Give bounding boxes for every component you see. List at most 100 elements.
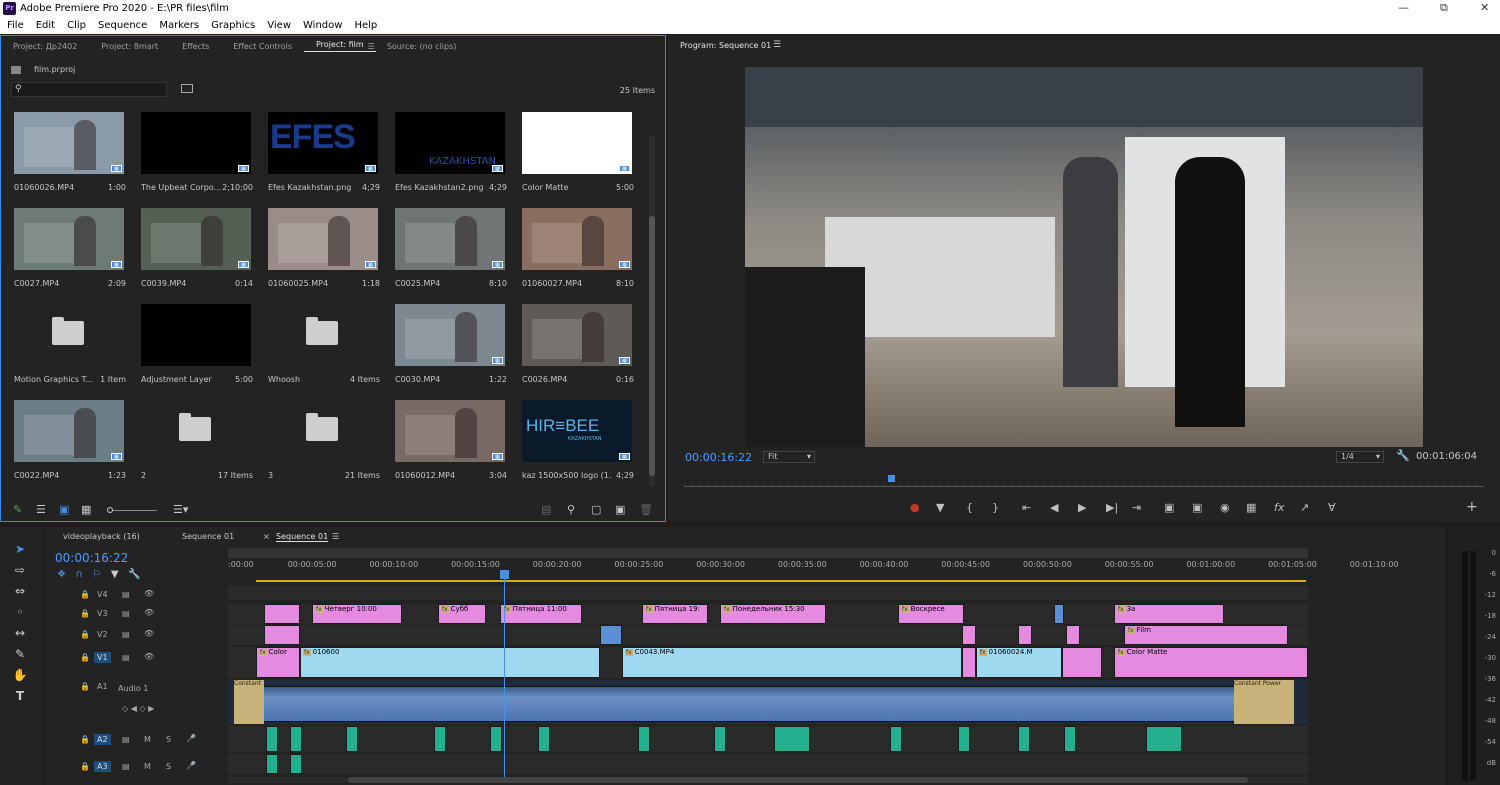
minimize-icon[interactable]: — bbox=[1398, 1, 1409, 14]
eye-icon[interactable]: 👁 bbox=[144, 608, 154, 617]
close-tab-icon[interactable]: × bbox=[263, 532, 270, 541]
add-marker-icon[interactable]: ▼ bbox=[936, 501, 944, 514]
keyframe-nav-icon[interactable]: ◇ ◀ ◇ ▶ bbox=[122, 704, 154, 713]
tab-effect-controls[interactable]: Effect Controls bbox=[221, 42, 304, 51]
thumbnail[interactable]: EFES ▦ bbox=[268, 112, 378, 174]
media-item[interactable]: ▦ Color Matte 5:00 bbox=[515, 107, 642, 203]
timeline-clip[interactable] bbox=[264, 604, 300, 624]
timeline-clip[interactable] bbox=[1062, 647, 1102, 678]
thumbnail[interactable]: ▦ bbox=[141, 112, 251, 174]
timeline-clip[interactable] bbox=[1054, 604, 1064, 624]
step-back-icon[interactable]: ◀ bbox=[1050, 501, 1058, 514]
transition-constant-power[interactable]: Constant Power bbox=[1234, 680, 1294, 724]
media-item[interactable]: KAZAKHSTAN ▦ Efes Kazakhstan2.png 4;29 bbox=[388, 107, 515, 203]
media-item[interactable]: ▦ 01060025.MP4 1:18 bbox=[261, 203, 388, 299]
pen-icon[interactable]: ✎ bbox=[12, 647, 28, 663]
media-item[interactable]: ▦ C0039.MP4 0:14 bbox=[134, 203, 261, 299]
track-v3-area[interactable]: fx Четверг 10:00 fx Субб fx Пятница 11:00 fx Пя… bbox=[228, 604, 1308, 624]
media-item[interactable]: Whoosh 4 Items bbox=[261, 299, 388, 395]
thumbnail[interactable]: ▦ bbox=[14, 400, 124, 462]
timeline-clip[interactable] bbox=[962, 647, 976, 678]
transition-constant[interactable]: Constant bbox=[234, 680, 264, 724]
timeline-h-scrollbar[interactable] bbox=[228, 777, 1308, 783]
write-on-icon[interactable]: ✎ bbox=[13, 503, 22, 516]
timeline-clip[interactable]: fx Субб bbox=[438, 604, 486, 624]
new-bin-from-search-icon[interactable] bbox=[181, 84, 193, 93]
lock-icon[interactable]: 🔒 bbox=[80, 762, 90, 771]
thumbnail[interactable] bbox=[141, 304, 251, 366]
thumbnail[interactable]: ▦ bbox=[522, 304, 632, 366]
timeline-clip[interactable] bbox=[434, 726, 446, 752]
program-scrub-bar[interactable] bbox=[684, 475, 1484, 487]
sync-lock-icon[interactable]: ▤ bbox=[122, 762, 130, 771]
timeline-clip[interactable] bbox=[346, 726, 358, 752]
mic-icon[interactable]: 🎤 bbox=[186, 761, 196, 770]
timeline-playhead[interactable] bbox=[500, 570, 510, 777]
maximize-icon[interactable]: ⧉ bbox=[1440, 1, 1448, 15]
fx-icon[interactable]: fx bbox=[1274, 501, 1284, 514]
track-label[interactable]: A1 bbox=[94, 681, 111, 692]
timeline-clip[interactable] bbox=[962, 625, 976, 645]
linked-selection-icon[interactable]: ⚐ bbox=[92, 569, 101, 580]
scrollbar-thumb[interactable] bbox=[348, 777, 1248, 783]
mark-in-icon[interactable]: { bbox=[966, 501, 973, 514]
menu-file[interactable]: File bbox=[6, 20, 25, 31]
timeline-clip[interactable]: fx 010600 bbox=[300, 647, 600, 678]
program-tab[interactable]: Program: Sequence 01 bbox=[680, 41, 771, 50]
menu-help[interactable]: Help bbox=[353, 20, 378, 31]
track-a2-area[interactable] bbox=[228, 726, 1308, 752]
timeline-clip[interactable] bbox=[958, 726, 970, 752]
close-icon[interactable]: ✕ bbox=[1480, 1, 1489, 14]
thumbnail[interactable]: ▦ bbox=[141, 208, 251, 270]
search-input[interactable]: ⚲ bbox=[11, 82, 167, 97]
grid-scrollbar[interactable] bbox=[649, 136, 655, 486]
timeline-clip[interactable]: fx Четверг 10:00 bbox=[312, 604, 402, 624]
lock-icon[interactable]: 🔒 bbox=[80, 735, 90, 744]
comparison-view-icon[interactable]: ▦ bbox=[1246, 501, 1256, 514]
eye-icon[interactable]: 👁 bbox=[144, 652, 154, 661]
lock-icon[interactable]: 🔒 bbox=[80, 653, 90, 662]
settings-wrench-icon[interactable]: 🔧 bbox=[128, 569, 140, 580]
timeline-clip[interactable]: fx 01060024.M bbox=[976, 647, 1062, 678]
export-frame-icon[interactable]: ↗ bbox=[1300, 501, 1309, 514]
sync-lock-icon[interactable]: ▤ bbox=[122, 609, 130, 618]
lock-icon[interactable]: 🔒 bbox=[80, 590, 90, 599]
go-to-out-icon[interactable]: ⇥ bbox=[1132, 501, 1141, 514]
solo-button[interactable]: S bbox=[166, 735, 171, 744]
safe-margins-icon[interactable]: ∀ bbox=[1328, 501, 1336, 514]
thumbnail[interactable]: ▦ bbox=[14, 112, 124, 174]
timeline-clip[interactable] bbox=[1066, 625, 1080, 645]
media-item[interactable]: ▦ C0030.MP4 1:22 bbox=[388, 299, 515, 395]
lock-icon[interactable]: 🔒 bbox=[80, 609, 90, 618]
tab-project-dr2402[interactable]: Project: Др2402 bbox=[1, 42, 89, 51]
timeline-clip[interactable]: fx Воскресе bbox=[898, 604, 964, 624]
extract-icon[interactable]: ▣ bbox=[1192, 501, 1202, 514]
track-label[interactable]: V2 bbox=[94, 629, 111, 640]
timeline-clip[interactable]: fx C0043.MP4 bbox=[622, 647, 962, 678]
timeline-clip[interactable]: fx Понедельник 15:30 bbox=[720, 604, 826, 624]
media-item[interactable]: ▦ C0027.MP4 2:09 bbox=[7, 203, 134, 299]
camera-icon[interactable]: ◉ bbox=[1220, 501, 1230, 514]
menu-clip[interactable]: Clip bbox=[66, 20, 87, 31]
timeline-clip[interactable] bbox=[714, 726, 726, 752]
media-item[interactable]: ▦ C0025.MP4 8:10 bbox=[388, 203, 515, 299]
work-area-bar[interactable] bbox=[256, 580, 1306, 582]
zoom-slider[interactable] bbox=[107, 507, 157, 513]
scrollbar-thumb[interactable] bbox=[649, 216, 655, 476]
thumbnail[interactable]: ▦ bbox=[395, 400, 505, 462]
type-tool-icon[interactable]: T bbox=[12, 689, 28, 705]
nest-icon[interactable]: ❖ bbox=[57, 569, 66, 580]
thumbnail[interactable]: ▦ bbox=[268, 208, 378, 270]
thumbnail[interactable]: ▦ bbox=[395, 208, 505, 270]
zoom-scroll-bar[interactable] bbox=[228, 548, 1308, 558]
timeline-clip[interactable] bbox=[890, 726, 902, 752]
sync-lock-icon[interactable]: ▤ bbox=[122, 653, 130, 662]
media-item[interactable]: Adjustment Layer 5:00 bbox=[134, 299, 261, 395]
marker-icon[interactable]: ▼ bbox=[111, 569, 119, 580]
timeline-clip[interactable]: fx Пятница 11:00 bbox=[500, 604, 582, 624]
tab-project-film[interactable]: Project: film bbox=[303, 40, 376, 52]
timeline-clip[interactable]: fx Color Matte bbox=[1114, 647, 1308, 678]
menu-edit[interactable]: Edit bbox=[35, 20, 56, 31]
timeline-clip[interactable] bbox=[266, 754, 278, 774]
list-view-icon[interactable]: ☰ bbox=[36, 503, 46, 516]
